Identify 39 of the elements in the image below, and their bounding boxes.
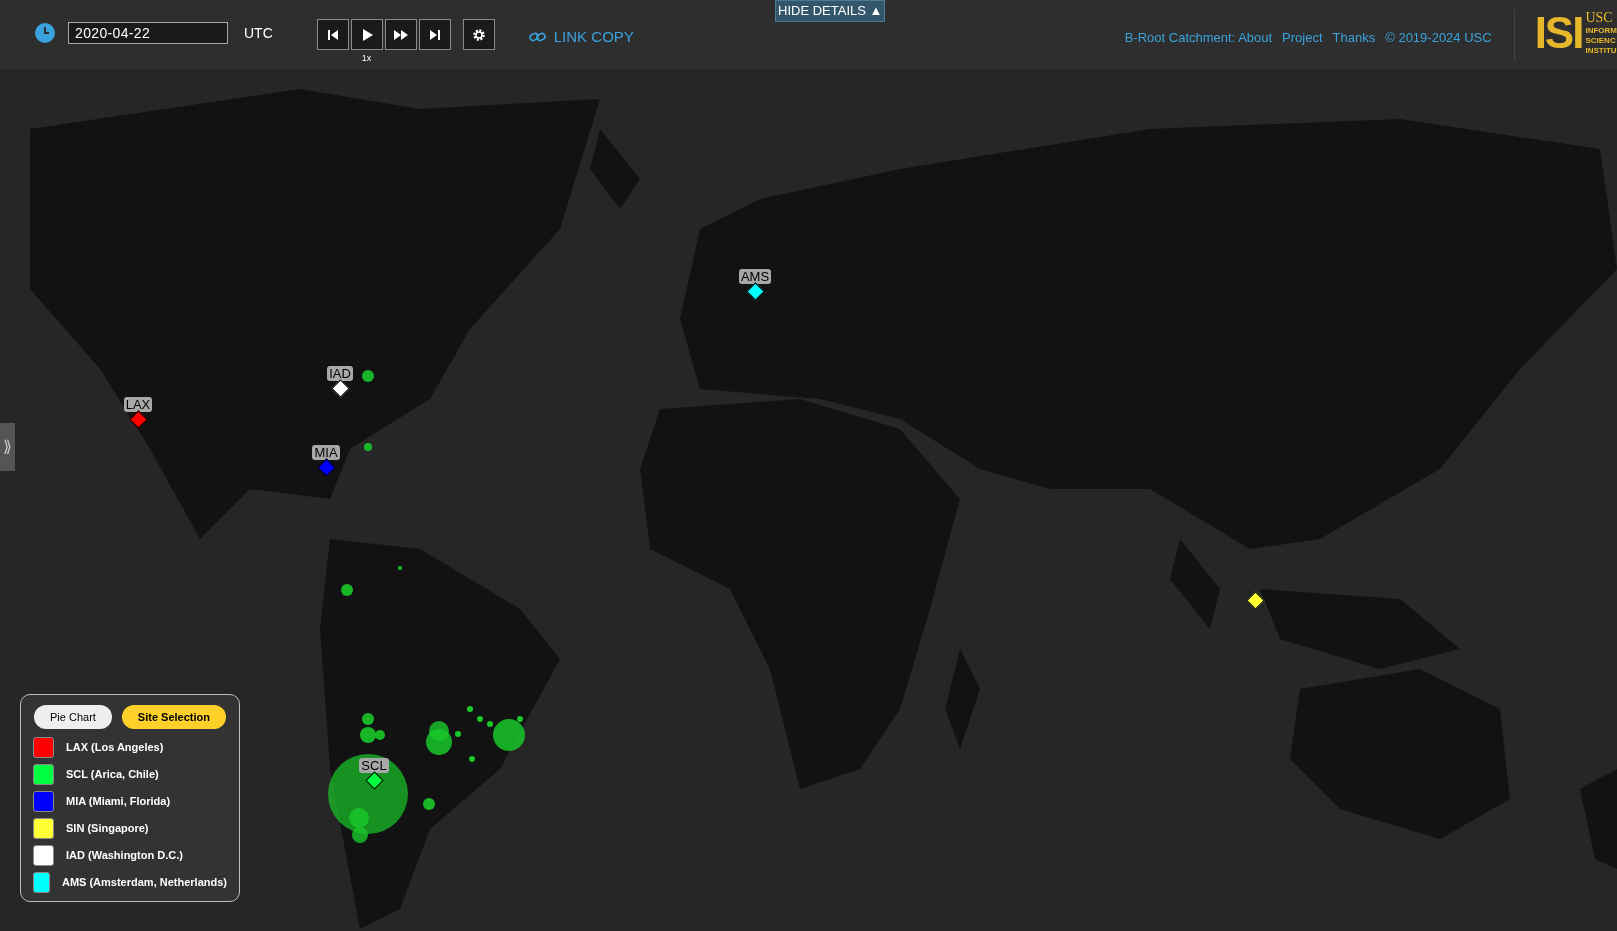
fast-forward-icon	[393, 28, 408, 41]
play-button[interactable]	[350, 19, 383, 50]
header-link[interactable]: Project	[1282, 28, 1323, 48]
site-name: LAX (Los Angeles)	[66, 740, 164, 756]
skip-back-button[interactable]	[316, 19, 349, 50]
logo-text: INFORM	[1585, 26, 1617, 36]
site-name: SIN (Singapore)	[66, 821, 149, 837]
logo-text: INSTITU	[1585, 46, 1617, 56]
settings-icon	[471, 27, 486, 42]
logo-mark: ISI	[1534, 11, 1583, 55]
hide-details-button[interactable]: HIDE DETAILS ▲	[775, 0, 886, 22]
header-link[interactable]: © 2019-2024 USC	[1385, 28, 1492, 48]
site-label: IAD	[327, 366, 353, 381]
logo-text: SCIENC	[1585, 36, 1617, 46]
logo-text: USC	[1585, 10, 1614, 26]
date-field[interactable]: 2020-04-22	[68, 22, 228, 44]
site-label: AMS	[738, 269, 772, 284]
mode-toggle-button[interactable]: Pie Chart	[34, 705, 112, 729]
site-label: SCL	[359, 758, 389, 773]
site-name: IAD (Washington D.C.)	[66, 848, 183, 864]
speed-label: 1x	[361, 52, 372, 65]
header-link[interactable]: Thanks	[1332, 28, 1376, 48]
mode-toggle-button[interactable]: Site Selection	[121, 705, 226, 729]
site-name: AMS (Amsterdam, Netherlands)	[61, 875, 227, 891]
skip-forward-icon	[427, 28, 442, 41]
site-name: SCL (Arica, Chile)	[66, 767, 159, 783]
fast-forward-button[interactable]	[384, 19, 417, 50]
site-name: MIA (Miami, Florida)	[66, 794, 171, 810]
link-icon	[528, 31, 546, 44]
site-label: MIA	[312, 445, 340, 460]
side-panel-toggle[interactable]: ⟫	[0, 423, 15, 471]
clock-icon	[34, 22, 56, 44]
header-link[interactable]: B-Root Catchment: About	[1124, 28, 1273, 48]
skip-forward-button[interactable]	[418, 19, 451, 50]
site-label: LAX	[123, 397, 153, 412]
timezone-label: UTC	[244, 23, 273, 43]
skip-back-icon	[325, 28, 340, 41]
link-copy-button[interactable]: LINK COPY	[528, 26, 634, 49]
settings-button[interactable]	[462, 19, 495, 50]
